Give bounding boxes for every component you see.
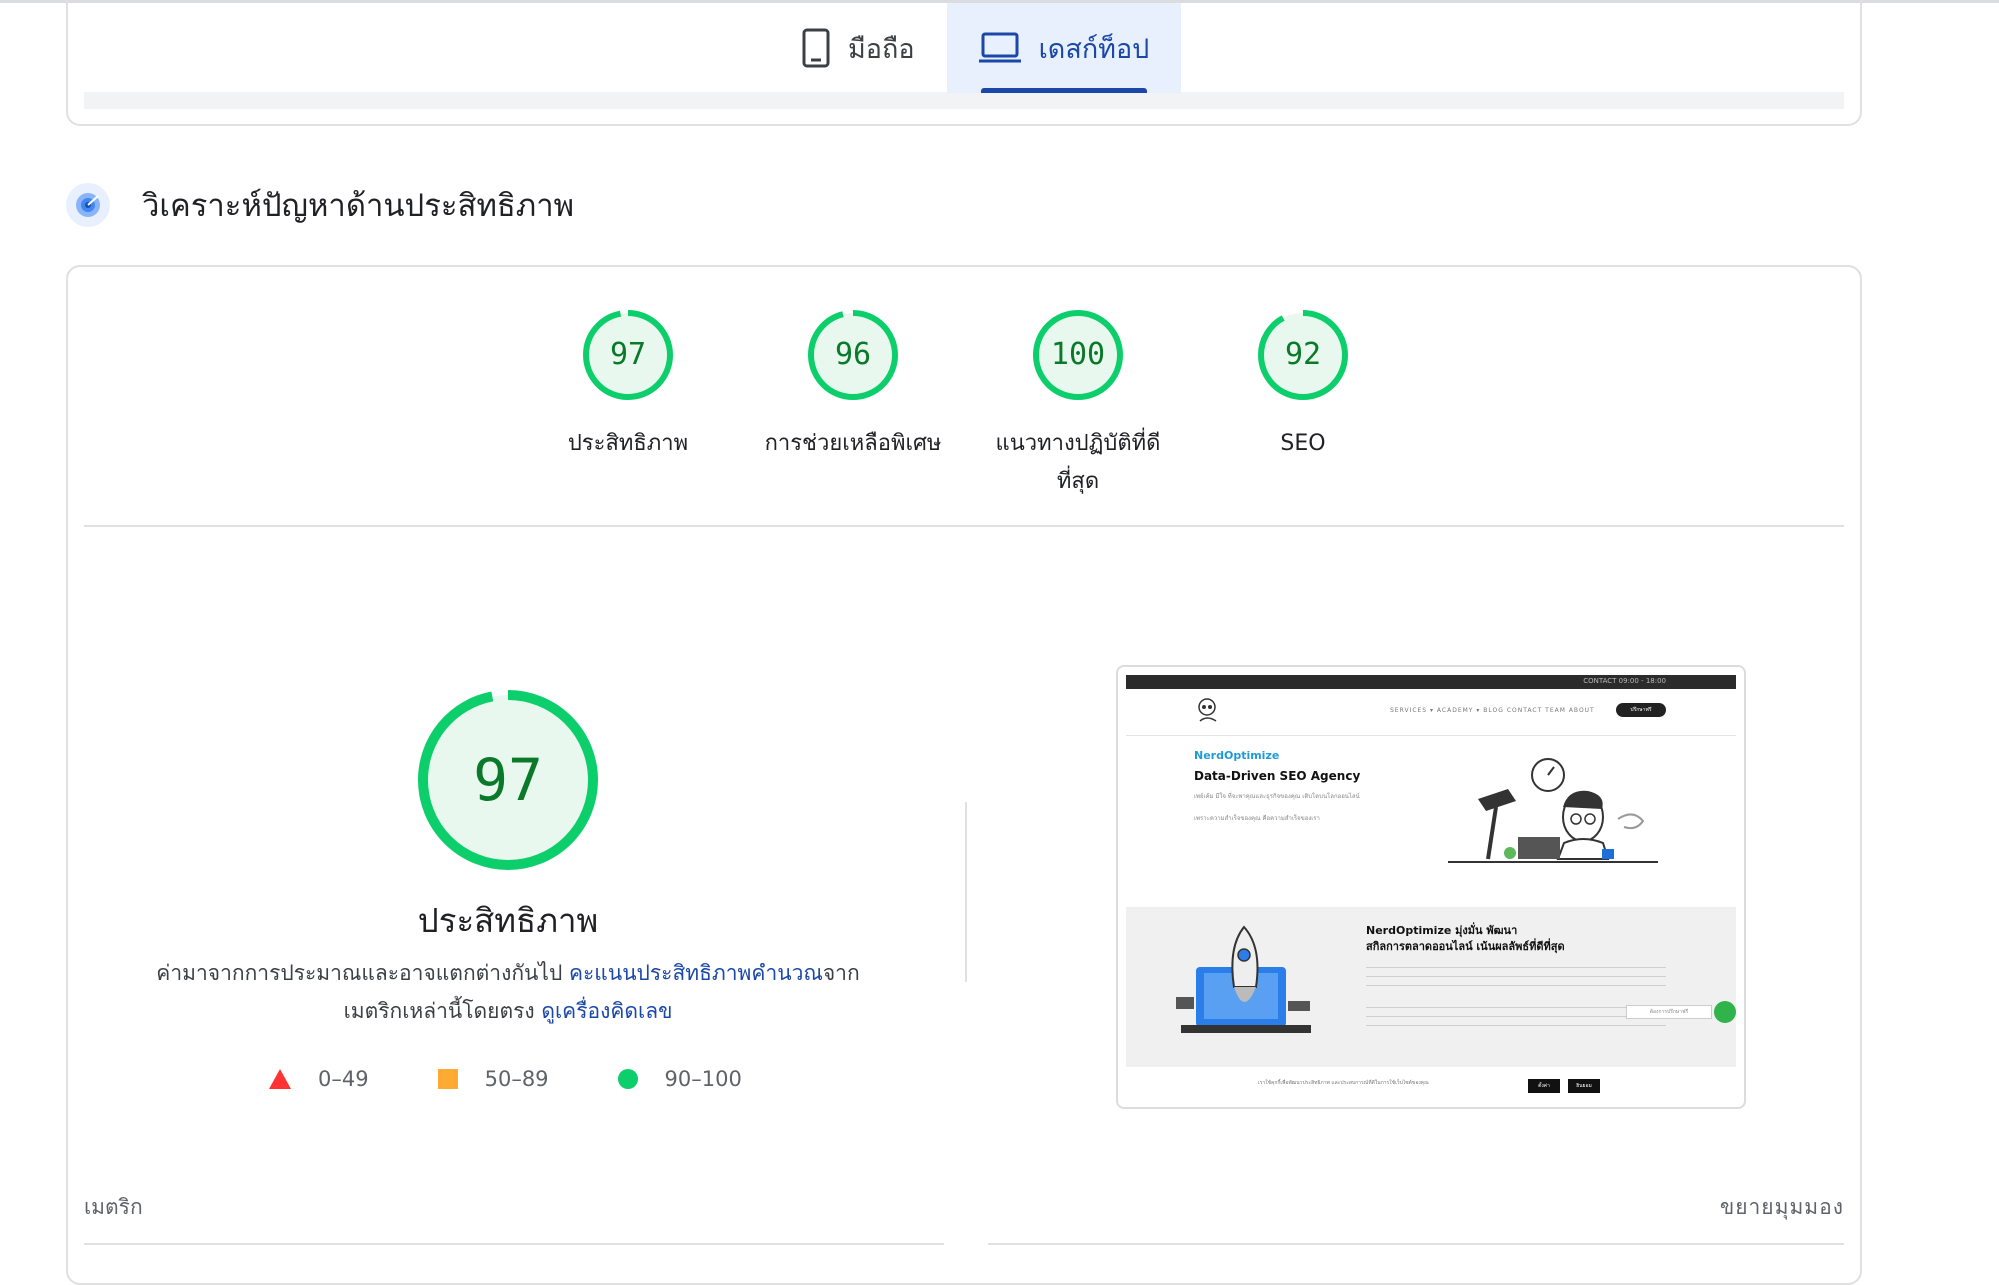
chat-icon <box>1714 1001 1736 1023</box>
screenshot-brand: NerdOptimize <box>1194 749 1280 762</box>
metrics-divider <box>988 1243 1844 1245</box>
screenshot-nav: SERVICES ▾ ACADEMY ▾ BLOG CONTACT TEAM A… <box>1390 707 1595 714</box>
screenshot-paragraph <box>1366 1003 1666 1031</box>
desc-text: เมตริกเหล่านี้โดยตรง <box>343 999 542 1023</box>
desc-text: ค่ามาจากการประมาณและอาจแตกต่างกันไป <box>156 961 569 985</box>
score-calculation-link[interactable]: คะแนนประสิทธิภาพคำนวณ <box>569 961 823 985</box>
phone-icon <box>802 28 830 68</box>
legend-fail: 0–49 <box>268 1067 369 1091</box>
screenshot-headline2: สกิลการตลาดออนไลน์ เน้นผลลัพธ์ที่ดีที่สุ… <box>1366 940 1565 953</box>
screenshot-nav-line <box>1126 735 1736 736</box>
screenshot-topbar-text: CONTACT 09:00 - 18:00 <box>1583 677 1666 685</box>
screenshot-topbar: CONTACT 09:00 - 18:00 <box>1126 675 1736 689</box>
screenshot-paragraph <box>1366 963 1666 991</box>
gauge-performance[interactable]: 97 ประสิทธิภาพ <box>533 307 723 463</box>
nerd-illustration-icon <box>1448 758 1658 863</box>
screenshot-nav-button: ปรึกษาฟรี <box>1616 703 1666 717</box>
performance-title: ประสิทธิภาพ <box>417 901 599 940</box>
gauge-ring: 97 <box>580 307 676 403</box>
gauge-score: 96 <box>834 337 872 372</box>
screenshot-section: NerdOptimize มุ่งมั่น พัฒนา สกิลการตลาดอ… <box>1126 907 1736 1067</box>
rocket-illustration-icon <box>1176 925 1311 1033</box>
screenshot-chat-input: ต้องการปรึกษาฟรี <box>1626 1005 1712 1019</box>
gauge-ring: 96 <box>805 307 901 403</box>
square-icon <box>437 1069 458 1089</box>
score-legend: 0–49 50–89 90–100 <box>268 1059 810 1099</box>
section-title: วิเคราะห์ปัญหาด้านประสิทธิภาพ <box>142 188 575 224</box>
screenshot-cookie-text: เราใช้คุกกี้เพื่อพัฒนาประสิทธิภาพ และประ… <box>1258 1080 1429 1086</box>
circle-icon <box>617 1069 638 1089</box>
gauge-score: 97 <box>609 337 647 372</box>
legend-average: 50–89 <box>437 1067 549 1091</box>
gauge-label: การช่วยเหลือพิเศษ <box>764 431 942 456</box>
performance-gauge-large: 97 <box>413 685 603 875</box>
gauge-label-line2: ที่สุด <box>1056 469 1100 494</box>
gauge-score: 100 <box>1050 337 1106 372</box>
tab-desktop-label: เดสก์ท็อป <box>1038 33 1150 65</box>
divider <box>84 525 1844 527</box>
triangle-icon <box>269 1069 291 1089</box>
gauge-ring: 92 <box>1255 307 1351 403</box>
vertical-separator <box>965 802 967 982</box>
metrics-label: เมตริก <box>84 1195 143 1219</box>
performance-card: 97 ประสิทธิภาพ 96 การช่วยเหลือพิเศษ 100 … <box>66 265 1862 1285</box>
section-header: วิเคราะห์ปัญหาด้านประสิทธิภาพ <box>66 180 574 230</box>
legend-pass: 90–100 <box>617 1067 742 1091</box>
gauge-label: SEO <box>1280 431 1326 456</box>
gauge-ring: 100 <box>1030 307 1126 403</box>
screenshot-line: เพราะความสำเร็จของคุณ คือความสำเร็จของเร… <box>1194 815 1320 822</box>
gauge-accessibility[interactable]: 96 การช่วยเหลือพิเศษ <box>758 307 948 463</box>
final-screenshot[interactable]: CONTACT 09:00 - 18:00 SERVICES ▾ ACADEMY… <box>1116 665 1746 1109</box>
screenshot-headline: Data-Driven SEO Agency <box>1194 769 1361 783</box>
screenshot-settings-button: ตั้งค่า <box>1528 1079 1560 1093</box>
tab-desktop[interactable]: เดสก์ท็อป <box>946 3 1182 93</box>
radar-icon <box>66 183 110 227</box>
laptop-icon <box>978 32 1021 64</box>
legend-range: 90–100 <box>664 1067 742 1091</box>
performance-description: ค่ามาจากการประมาณและอาจแตกต่างกันไป คะแน… <box>108 954 908 1030</box>
metrics-divider <box>84 1243 944 1245</box>
gauge-best-practices[interactable]: 100 แนวทางปฏิบัติที่ดี ที่สุด <box>983 307 1173 501</box>
gauge-label-line1: แนวทางปฏิบัติที่ดี <box>995 431 1161 456</box>
screenshot-line: เพย์เค้ม มีใจ ที่จะพาคุณและธุรกิจของคุณ … <box>1194 793 1360 800</box>
legend-range: 0–49 <box>318 1067 369 1091</box>
gauge-score: 92 <box>1284 337 1322 372</box>
site-logo-icon <box>1198 698 1217 722</box>
performance-score: 97 <box>473 746 543 814</box>
score-gauges: 97 ประสิทธิภาพ 96 การช่วยเหลือพิเศษ 100 … <box>68 307 1860 494</box>
calculator-link[interactable]: ดูเครื่องคิดเลข <box>541 999 672 1023</box>
screenshot-accept-button: ยินยอม <box>1568 1079 1600 1093</box>
device-tabs: มือถือ เดสก์ท็อป <box>770 3 1182 93</box>
desc-text: จาก <box>822 961 860 985</box>
legend-range: 50–89 <box>484 1067 549 1091</box>
previous-card-strip <box>84 92 1844 109</box>
gauge-label: ประสิทธิภาพ <box>567 431 689 456</box>
tab-mobile-label: มือถือ <box>848 33 915 65</box>
gauge-seo[interactable]: 92 SEO <box>1208 307 1398 463</box>
gauge-label: แนวทางปฏิบัติที่ดี ที่สุด <box>983 425 1173 501</box>
tab-mobile[interactable]: มือถือ <box>770 3 947 93</box>
expand-view-toggle[interactable]: ขยายมุมมอง <box>1720 1191 1844 1224</box>
